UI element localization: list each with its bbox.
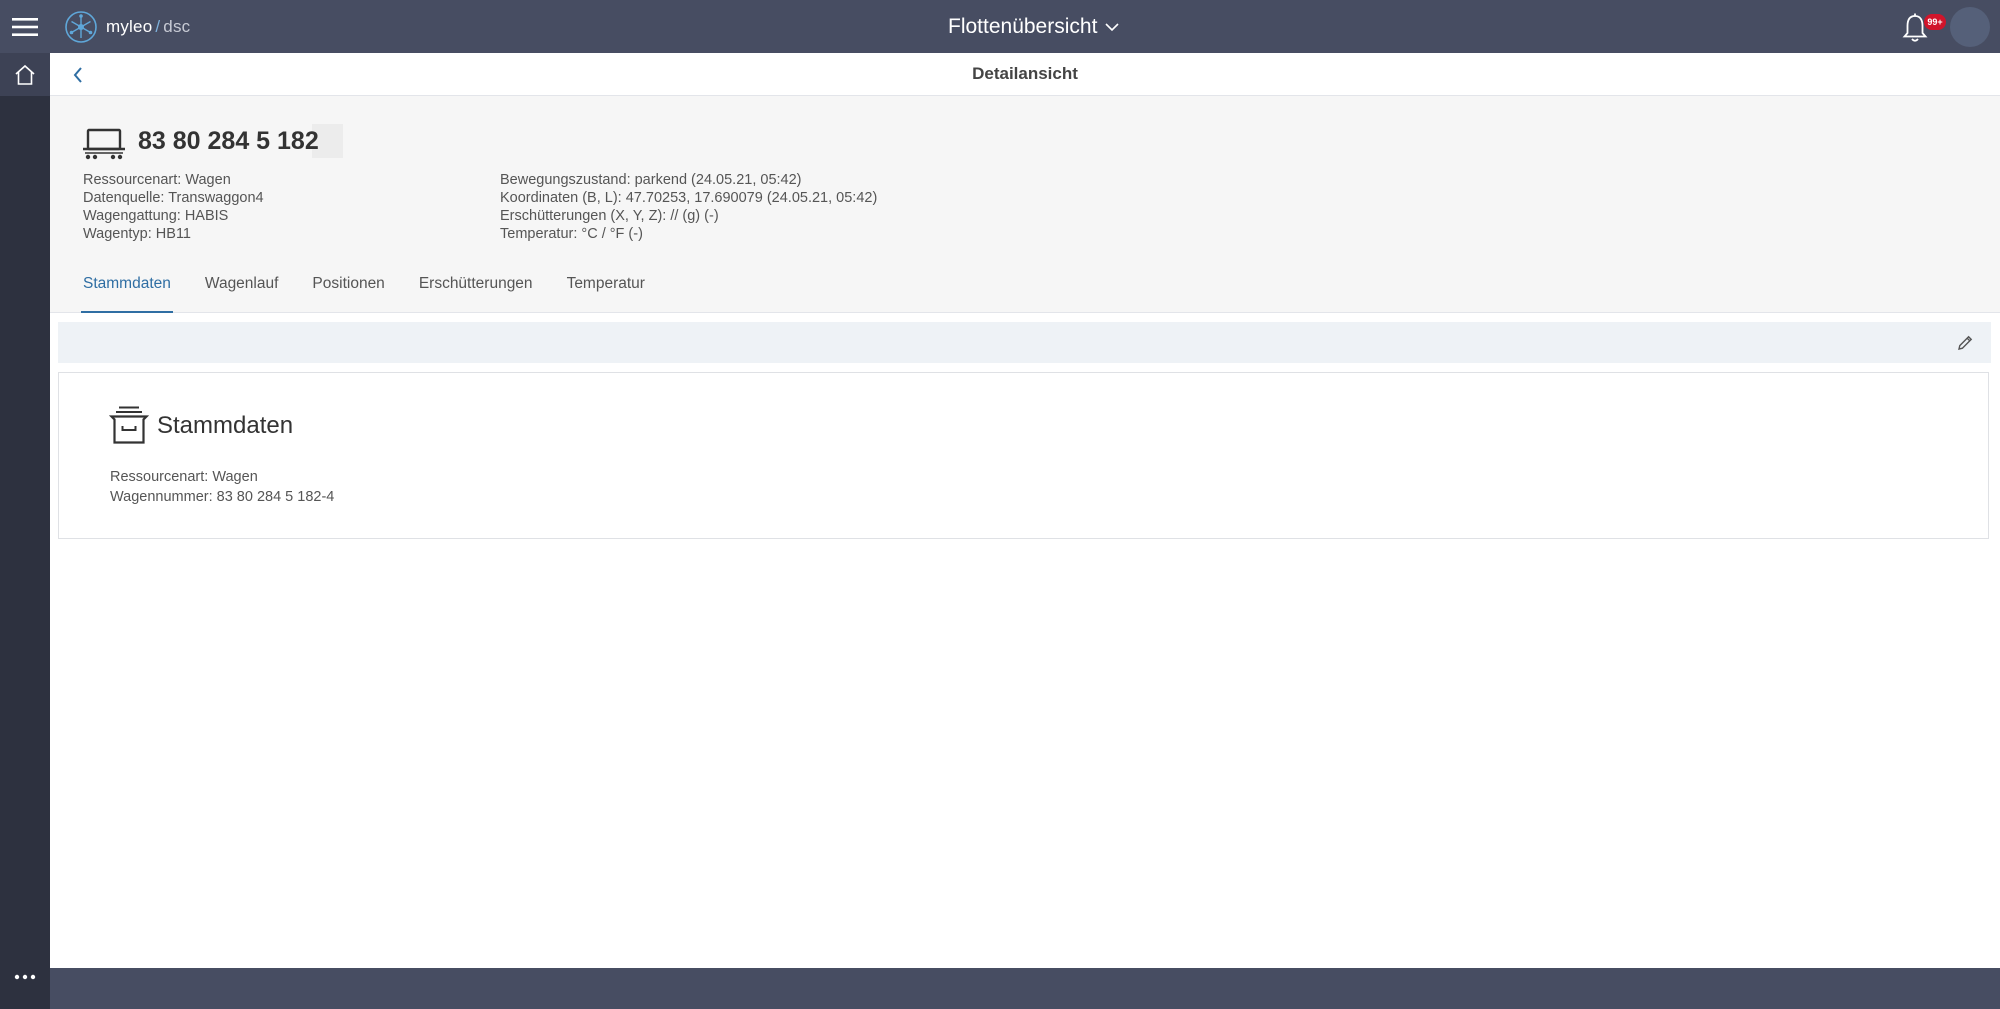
info-movement-state: Bewegungszustand: parkend (24.05.21, 05:…	[500, 172, 802, 188]
home-icon	[15, 64, 35, 85]
info-wagon-class: Wagengattung: HABIS	[83, 208, 229, 224]
info-resource-type: Ressourcenart: Wagen	[83, 172, 231, 188]
edit-button[interactable]	[1953, 331, 1977, 355]
card-wagon-number: Wagennummer: 83 80 284 5 182-4	[110, 489, 335, 505]
logo-separator: /	[155, 16, 161, 36]
menu-button[interactable]	[0, 0, 50, 53]
info-vibrations: Erschütterungen (X, Y, Z): // (g) (-)	[500, 208, 719, 224]
top-bar: myleo / dsc Flottenübersicht 99+	[0, 0, 2000, 53]
resource-info-left: Ressourcenart: Wagen Datenquelle: Transw…	[83, 171, 264, 243]
back-button[interactable]	[64, 61, 92, 89]
archive-box-icon	[109, 406, 149, 444]
resource-id: 83 80 284 5 182	[138, 124, 343, 158]
sub-header: Detailansicht	[50, 53, 2000, 96]
footer-bar	[50, 968, 2000, 1009]
avatar[interactable]	[1950, 7, 1990, 47]
info-wagon-type: Wagentyp: HB11	[83, 226, 191, 242]
view-selector[interactable]: Flottenübersicht	[948, 0, 1119, 53]
tab-erschuetterungen[interactable]: Erschütterungen	[419, 264, 533, 313]
hamburger-icon	[12, 17, 38, 36]
app-logo[interactable]: myleo / dsc	[64, 0, 190, 53]
logo-icon	[65, 10, 97, 43]
detail-tabs: Stammdaten Wagenlauf Positionen Erschütt…	[81, 264, 679, 313]
home-button[interactable]	[0, 53, 50, 96]
wagon-icon	[83, 128, 125, 160]
side-rail	[0, 53, 50, 1009]
card-title: Stammdaten	[157, 412, 294, 439]
resource-info-right: Bewegungszustand: parkend (24.05.21, 05:…	[500, 171, 877, 243]
more-dots-icon	[14, 974, 36, 980]
more-button[interactable]	[0, 967, 50, 987]
info-coordinates: Koordinaten (B, L): 47.70253, 17.690079 …	[500, 190, 878, 206]
tab-stammdaten[interactable]: Stammdaten	[81, 264, 173, 313]
chevron-left-icon	[73, 67, 82, 83]
logo-text: myleo / dsc	[106, 17, 190, 37]
logo-sub: dsc	[163, 16, 191, 36]
view-title: Flottenübersicht	[948, 14, 1098, 38]
card-resource-type: Ressourcenart: Wagen	[110, 469, 258, 485]
tab-wagenlauf[interactable]: Wagenlauf	[205, 264, 279, 313]
tab-temperatur[interactable]: Temperatur	[567, 264, 645, 313]
tab-positionen[interactable]: Positionen	[312, 264, 384, 313]
content-toolbar	[58, 322, 1991, 363]
card-details: Ressourcenart: Wagen Wagennummer: 83 80 …	[110, 467, 334, 507]
logo-main: myleo	[106, 16, 153, 36]
chevron-down-icon	[1105, 22, 1119, 31]
info-data-source: Datenquelle: Transwaggon4	[83, 190, 264, 206]
stammdaten-card: Stammdaten Ressourcenart: Wagen Wagennum…	[58, 372, 1989, 539]
page-title: Detailansicht	[972, 64, 1078, 83]
info-temperature: Temperatur: °C / °F (-)	[500, 226, 643, 242]
resource-header: 83 80 284 5 182 Ressourcenart: Wagen Dat…	[50, 96, 2000, 313]
notification-badge: 99+	[1924, 14, 1946, 30]
pencil-icon	[1958, 335, 1973, 350]
